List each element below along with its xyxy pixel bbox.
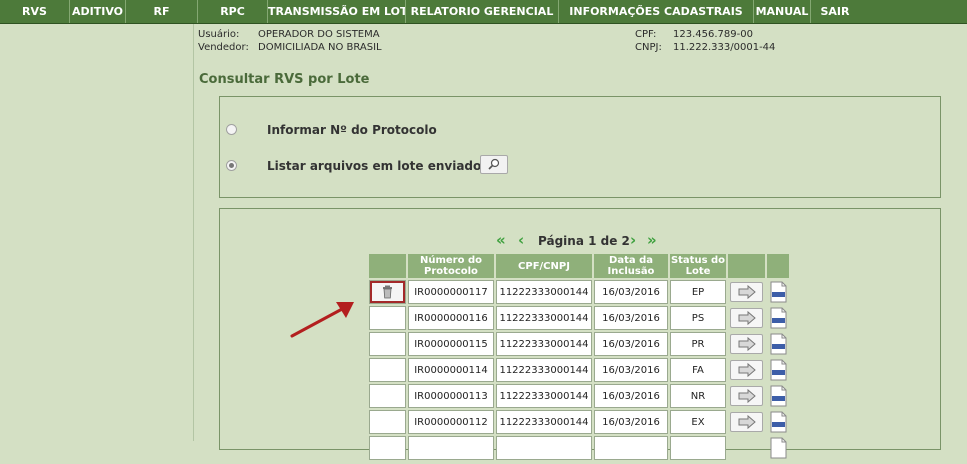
delete-cell (369, 410, 406, 434)
nav-rpc[interactable]: RPC (198, 0, 268, 23)
cell-status: NR (670, 384, 726, 408)
first-page-icon[interactable]: « (496, 231, 506, 249)
arrow-right-icon (738, 284, 756, 300)
xml-file-icon[interactable] (768, 436, 789, 460)
cpf-label: CPF: (635, 29, 657, 40)
cell-protocolo: IR0000000114 (408, 358, 494, 382)
col-header-status-lote: Status do Lote (670, 254, 726, 278)
delete-lot-button[interactable] (370, 281, 405, 303)
prev-page-icon[interactable]: ‹ (518, 231, 524, 249)
col-header-protocolo: Número do Protocolo (408, 254, 494, 278)
page-title: Consultar RVS por Lote (199, 72, 370, 87)
radio-informar-protocolo[interactable] (226, 124, 237, 135)
usuario-label: Usuário: (198, 29, 240, 40)
col-header-xml (767, 254, 789, 278)
top-nav: RVS ADITIVO RF RPC TRANSMISSÃO EM LOTE R… (0, 0, 967, 24)
pager: « ‹ Página 1 de 2 › » (220, 231, 940, 251)
cell-protocolo: IR0000000116 (408, 306, 494, 330)
cell-protocolo: IR0000000112 (408, 410, 494, 434)
delete-cell (369, 384, 406, 408)
vendedor-value: DOMICILIADA NO BRASIL (258, 42, 382, 53)
cell-data-inclusao: 16/03/2016 (594, 332, 668, 356)
delete-cell (369, 306, 406, 330)
col-header-cpf-cnpj: CPF/CNPJ (496, 254, 592, 278)
page-indicator: Página 1 de 2 (538, 234, 630, 248)
main-content: Usuário: OPERADOR DO SISTEMA Vendedor: D… (194, 24, 967, 460)
arrow-right-icon (738, 414, 756, 430)
arrow-right-icon (738, 336, 756, 352)
xml-file-icon[interactable] (768, 410, 789, 434)
nav-rf[interactable]: RF (126, 0, 198, 23)
delete-cell (369, 332, 406, 356)
cell-cpf-cnpj: 11222333000144 (496, 332, 592, 356)
cell-protocolo: IR0000000117 (408, 280, 494, 304)
view-lot-button[interactable] (730, 334, 763, 354)
nav-manual[interactable]: MANUAL (754, 0, 811, 23)
col-header-delete (369, 254, 406, 278)
delete-cell (369, 436, 406, 460)
cell-cpf-cnpj: 11222333000144 (496, 306, 592, 330)
annotation-arrow-icon (290, 302, 354, 338)
cell-status: PR (670, 332, 726, 356)
col-header-data-inclusao: Data da Inclusão (594, 254, 668, 278)
cell-data-inclusao: 16/03/2016 (594, 384, 668, 408)
nav-transmissao-lote[interactable]: TRANSMISSÃO EM LOTE (268, 0, 406, 23)
nav-rvs[interactable]: RVS (0, 0, 70, 23)
cell-data-inclusao: 16/03/2016 (594, 306, 668, 330)
xml-file-icon[interactable] (768, 306, 789, 330)
nav-informacoes-cadastrais[interactable]: INFORMAÇÕES CADASTRAIS (559, 0, 754, 23)
cell-data-inclusao: 16/03/2016 (594, 410, 668, 434)
view-lot-button[interactable] (730, 386, 763, 406)
cell-data-inclusao: 16/03/2016 (594, 280, 668, 304)
vendedor-label: Vendedor: (198, 42, 249, 53)
search-button[interactable] (480, 155, 508, 174)
view-lot-button[interactable] (730, 308, 763, 328)
cell-protocolo: IR0000000113 (408, 384, 494, 408)
magnifier-icon (488, 158, 500, 170)
cell-data-inclusao: 16/03/2016 (594, 358, 668, 382)
arrow-right-icon (738, 388, 756, 404)
xml-file-icon[interactable] (768, 332, 789, 356)
delete-cell (369, 358, 406, 382)
view-lot-button[interactable] (730, 360, 763, 380)
radio-listar-arquivos[interactable] (226, 160, 237, 171)
last-page-icon[interactable]: » (647, 231, 657, 249)
cnpj-value: 11.222.333/0001-44 (673, 42, 776, 53)
cell-cpf-cnpj: 11222333000144 (496, 410, 592, 434)
cell-protocolo: IR0000000115 (408, 332, 494, 356)
cell-cpf-cnpj: 11222333000144 (496, 280, 592, 304)
cell-cpf-cnpj: 11222333000144 (496, 384, 592, 408)
nav-relatorio-gerencial[interactable]: RELATORIO GERENCIAL (406, 0, 559, 23)
cell-cpf-cnpj: 11222333000144 (496, 358, 592, 382)
nav-aditivo[interactable]: ADITIVO (70, 0, 126, 23)
cell-cpf-cnpj (496, 436, 592, 460)
trash-icon (383, 285, 392, 299)
cell-status (670, 436, 726, 460)
cell-status: EX (670, 410, 726, 434)
arrow-right-icon (738, 310, 756, 326)
view-lot-button[interactable] (730, 412, 763, 432)
arrow-right-icon (738, 362, 756, 378)
cpf-value: 123.456.789-00 (673, 29, 753, 40)
nav-sair[interactable]: SAIR (811, 0, 859, 23)
next-page-icon[interactable]: › (630, 231, 636, 249)
cnpj-label: CNPJ: (635, 42, 662, 53)
cell-data-inclusao (594, 436, 668, 460)
xml-file-icon[interactable] (768, 280, 789, 304)
xml-file-icon[interactable] (768, 358, 789, 382)
cell-status: EP (670, 280, 726, 304)
usuario-value: OPERADOR DO SISTEMA (258, 29, 380, 40)
sidebar (0, 24, 194, 441)
cell-status: PS (670, 306, 726, 330)
search-options-box: Informar Nº do Protocolo Listar arquivos… (219, 96, 941, 198)
cell-protocolo (408, 436, 494, 460)
xml-file-icon[interactable] (768, 384, 789, 408)
cell-status: FA (670, 358, 726, 382)
radio-informar-protocolo-label: Informar Nº do Protocolo (267, 123, 437, 137)
col-header-detail (728, 254, 765, 278)
radio-listar-arquivos-label: Listar arquivos em lote enviados (267, 159, 489, 173)
view-lot-button[interactable] (730, 282, 763, 302)
